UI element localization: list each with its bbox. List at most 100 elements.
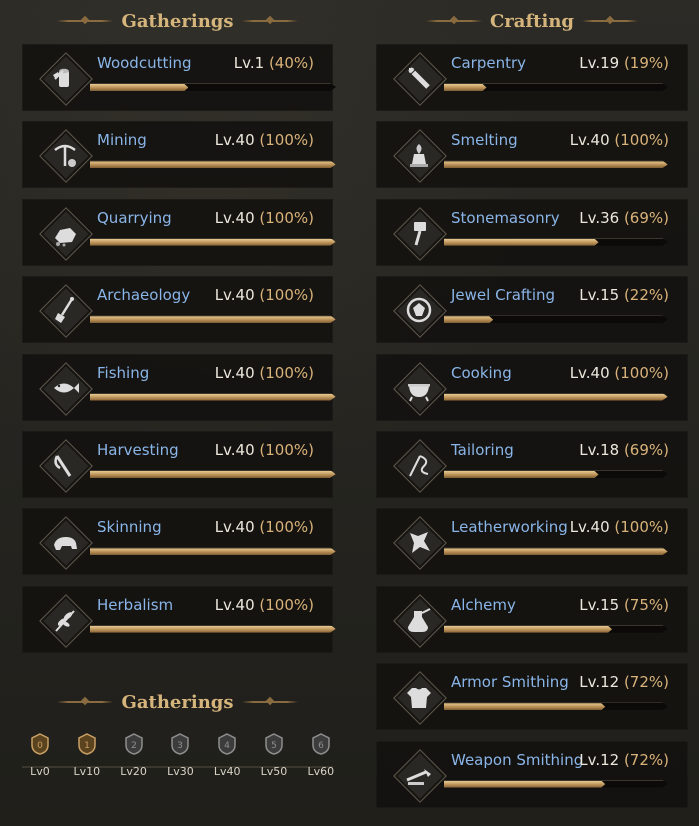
archaeology-icon — [39, 284, 93, 339]
skill-name: Weapon Smithing — [451, 750, 584, 769]
skill-level: Lv.40 (100%) — [215, 518, 314, 536]
skill-card-weapon-smithing[interactable]: Weapon Smithing Lv.12 (72%) — [376, 740, 688, 808]
skill-progress-bar — [90, 238, 336, 246]
skill-card-jewel-crafting[interactable]: Jewel Crafting Lv.15 (22%) — [376, 276, 688, 344]
skill-card-leatherworking[interactable]: Leatherworking Lv.40 (100%) — [376, 508, 688, 576]
skill-card-mining[interactable]: Mining Lv.40 (100%) — [22, 121, 336, 189]
skill-progress-fill — [90, 316, 336, 323]
skill-progress-fill — [90, 394, 336, 401]
skill-card-cooking[interactable]: Cooking Lv.40 (100%) — [376, 353, 688, 421]
skill-name: Tailoring — [451, 441, 514, 459]
skill-progress-bar — [90, 393, 336, 401]
skill-level: Lv.19 (19%) — [579, 54, 669, 72]
tier-shield-icon: 5 — [265, 733, 283, 755]
skill-name: Armor Smithing — [451, 673, 569, 692]
skill-name: Skinning — [97, 518, 162, 537]
skill-card-alchemy[interactable]: Alchemy Lv.15 (75%) — [376, 585, 688, 653]
skill-card-stonemasonry[interactable]: Stonemasonry Lv.36 (69%) — [376, 198, 688, 266]
skill-level: Lv.12 (72%) — [579, 673, 669, 691]
title-ornament-left — [57, 20, 114, 22]
skill-card-herbalism[interactable]: Herbalism Lv.40 (100%) — [22, 585, 336, 653]
skill-level-value: Lv.40 — [569, 518, 615, 537]
skill-progress-bar — [90, 625, 336, 633]
skill-name: Woodcutting — [97, 54, 192, 72]
mining-icon — [39, 129, 93, 184]
skill-level-value: Lv.1 — [233, 54, 269, 72]
skill-level: Lv.40 (100%) — [570, 131, 669, 149]
gathering-tier-track: 0 Lv0 1 Lv10 2 Lv20 3 Lv30 4 Lv40 5 Lv50 6 Lv60 — [20, 732, 334, 790]
skill-card-harvesting[interactable]: Harvesting Lv.40 (100%) — [22, 431, 333, 498]
svg-text:4: 4 — [224, 741, 230, 751]
skill-progress-fill — [444, 548, 668, 555]
tier-badge-lv50[interactable]: 5 Lv50 — [254, 732, 294, 778]
skill-card-fishing[interactable]: Fishing Lv.40 (100%) — [22, 353, 336, 421]
tier-label: Lv0 — [30, 765, 50, 778]
skinning-icon — [39, 516, 93, 571]
skill-card-quarrying[interactable]: Quarrying Lv.40 (100%) — [22, 198, 336, 266]
skill-level: Lv.40 (100%) — [570, 364, 669, 382]
skill-progress-fill — [444, 703, 605, 710]
gatherings-section-title: Gatherings — [22, 8, 333, 34]
skill-level-value: Lv.40 — [569, 363, 615, 382]
skill-name: Cooking — [451, 363, 512, 382]
tier-label: Lv20 — [120, 765, 147, 778]
skill-level-percent: (72%) — [623, 673, 669, 692]
skill-level-percent: (100%) — [614, 363, 669, 382]
skill-card-tailoring[interactable]: Tailoring Lv.18 (69%) — [376, 431, 688, 498]
skill-level-percent: (100%) — [259, 208, 314, 227]
skill-progress-bar — [90, 160, 336, 168]
stonemasonry-icon — [393, 206, 447, 261]
skill-card-archaeology[interactable]: Archaeology Lv.40 (100%) — [22, 276, 336, 344]
skill-level-value: Lv.19 — [579, 54, 624, 72]
skill-name: Carpentry — [451, 54, 527, 72]
skill-name: Harvesting — [97, 441, 179, 459]
skill-progress-fill — [90, 471, 336, 478]
smelting-icon — [393, 129, 447, 184]
tiers-title-text: Gatherings — [121, 691, 234, 713]
tier-shield-icon: 3 — [171, 733, 190, 755]
tier-badge-lv10[interactable]: 1 Lv10 — [67, 732, 107, 778]
skill-progress-bar — [444, 702, 668, 710]
skill-card-skinning[interactable]: Skinning Lv.40 (100%) — [22, 508, 333, 576]
tier-badge-lv60[interactable]: 6 Lv60 — [301, 732, 341, 778]
tier-label: Lv30 — [167, 765, 194, 778]
skill-level: Lv.1 (40%) — [234, 54, 314, 72]
skill-card-smelting[interactable]: Smelting Lv.40 (100%) — [376, 121, 688, 189]
tier-shield-icon: 0 — [31, 733, 49, 755]
tier-shield-icon: 1 — [78, 733, 96, 755]
skill-level-value: Lv.40 — [569, 131, 615, 150]
skill-level: Lv.40 (100%) — [215, 441, 314, 459]
skill-progress-fill — [444, 316, 493, 323]
tier-badge-lv40[interactable]: 4 Lv40 — [207, 732, 247, 778]
skill-level: Lv.18 (69%) — [579, 441, 669, 459]
skill-level-percent: (40%) — [268, 54, 314, 72]
skill-card-armor-smithing[interactable]: Armor Smithing Lv.12 (72%) — [376, 663, 688, 731]
skill-level-percent: (100%) — [259, 518, 314, 537]
carpentry-icon — [393, 52, 447, 106]
skill-card-carpentry[interactable]: Carpentry Lv.19 (19%) — [376, 44, 688, 111]
skill-level-percent: (69%) — [623, 441, 669, 459]
skill-name: Leatherworking — [451, 518, 568, 537]
harvesting-icon — [39, 439, 93, 493]
skill-level: Lv.40 (100%) — [215, 209, 314, 227]
skill-name: Stonemasonry — [451, 208, 560, 227]
weapon-smithing-icon — [393, 748, 447, 803]
tailoring-icon — [393, 439, 447, 493]
title-ornament-left — [425, 20, 482, 22]
skill-progress-bar — [444, 470, 668, 478]
svg-text:5: 5 — [271, 741, 277, 751]
skill-name: Jewel Crafting — [451, 286, 556, 305]
skill-progress-bar — [444, 160, 668, 168]
skill-name: Alchemy — [451, 595, 516, 614]
skill-level-value: Lv.12 — [579, 750, 624, 769]
skill-progress-bar — [444, 547, 668, 555]
skill-name: Archaeology — [97, 286, 191, 305]
skill-level-value: Lv.40 — [214, 595, 260, 614]
tier-badge-lv0[interactable]: 0 Lv0 — [20, 732, 60, 778]
tier-badge-lv30[interactable]: 3 Lv30 — [160, 732, 200, 778]
tier-badge-lv20[interactable]: 2 Lv20 — [114, 732, 154, 778]
skill-card-woodcutting[interactable]: Woodcutting Lv.1 (40%) — [22, 44, 333, 111]
skill-progress-fill — [90, 84, 188, 91]
svg-text:1: 1 — [84, 741, 90, 751]
tier-label: Lv60 — [307, 765, 335, 778]
